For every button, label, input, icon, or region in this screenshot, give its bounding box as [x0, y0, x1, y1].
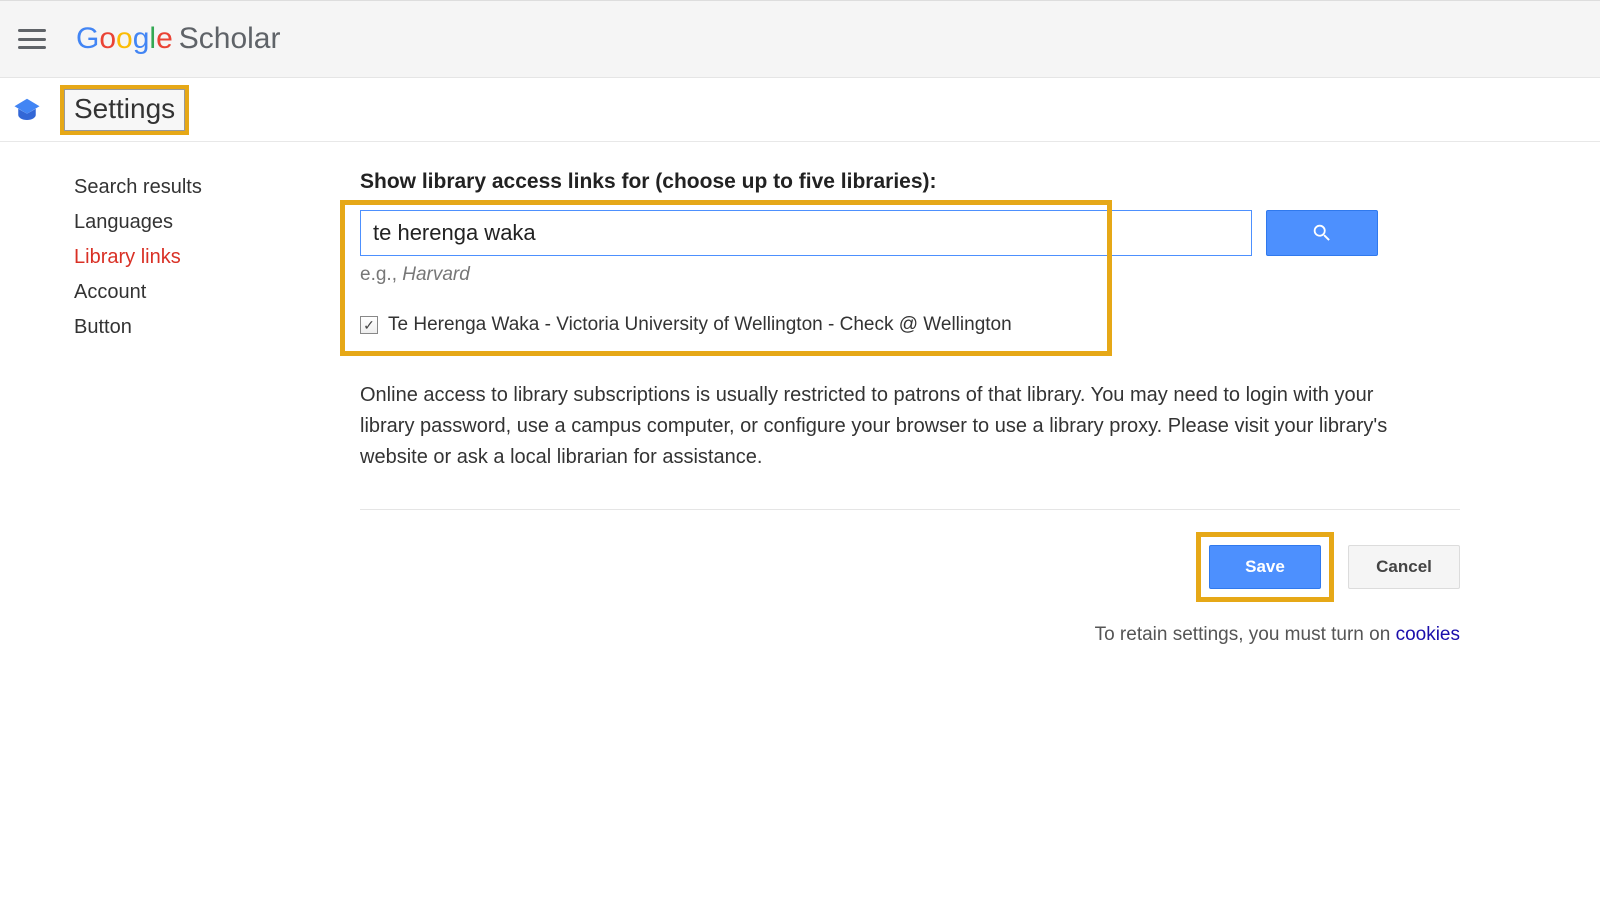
hint-prefix: e.g., [360, 264, 402, 285]
library-info-text: Online access to library subscriptions i… [360, 380, 1420, 473]
cancel-button[interactable]: Cancel [1348, 545, 1460, 589]
hint-example: Harvard [402, 264, 470, 285]
library-result-label: Te Herenga Waka - Victoria University of… [388, 314, 1012, 336]
main-content: Show library access links for (choose up… [360, 170, 1600, 646]
search-icon [1311, 222, 1333, 244]
subheader-bar: Settings [0, 78, 1600, 142]
button-row: Save Cancel [360, 532, 1460, 602]
scholar-logo-text: Scholar [179, 22, 281, 56]
search-hint: e.g., Harvard [360, 264, 1460, 286]
library-result-row[interactable]: ✓ Te Herenga Waka - Victoria University … [360, 314, 1460, 336]
sidebar-item-languages[interactable]: Languages [74, 205, 360, 240]
settings-title-highlight: Settings [60, 85, 189, 135]
cookie-note-text: To retain settings, you must turn on [1095, 624, 1396, 645]
sidebar-item-library-links[interactable]: Library links [74, 240, 360, 275]
google-scholar-logo[interactable]: Google Scholar [76, 22, 280, 56]
library-search-input[interactable] [360, 210, 1252, 256]
scholar-cap-icon [12, 95, 42, 125]
settings-sidebar: Search results Languages Library links A… [0, 170, 360, 646]
save-button[interactable]: Save [1209, 545, 1321, 589]
sidebar-item-search-results[interactable]: Search results [74, 170, 360, 205]
library-links-heading: Show library access links for (choose up… [360, 170, 1460, 194]
top-bar: Google Scholar [0, 0, 1600, 78]
sidebar-item-button[interactable]: Button [74, 310, 360, 345]
hamburger-menu-icon[interactable] [18, 29, 46, 49]
library-search-button[interactable] [1266, 210, 1378, 256]
divider [360, 509, 1460, 510]
sidebar-item-account[interactable]: Account [74, 275, 360, 310]
page-title: Settings [74, 93, 175, 124]
cookie-note: To retain settings, you must turn on coo… [360, 624, 1460, 646]
save-button-highlight: Save [1196, 532, 1334, 602]
library-result-checkbox[interactable]: ✓ [360, 316, 378, 334]
cookies-link[interactable]: cookies [1396, 624, 1460, 645]
